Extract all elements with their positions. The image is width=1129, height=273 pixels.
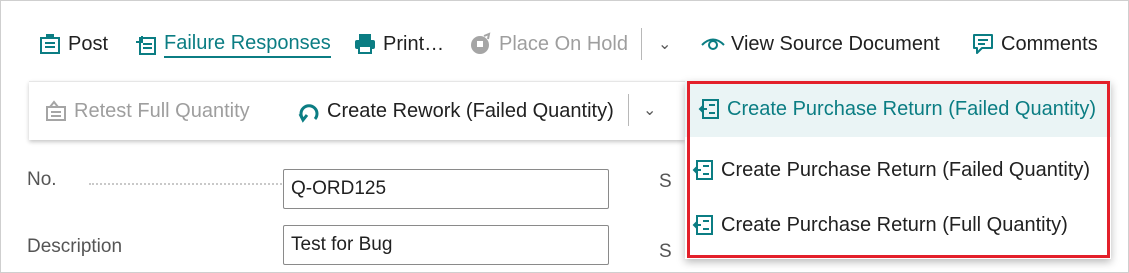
comments-label: Comments <box>1001 32 1098 55</box>
comments-button[interactable]: Comments <box>971 32 1098 56</box>
print-label: Print… <box>383 32 445 55</box>
post-label: Post <box>68 32 109 55</box>
leader-dots <box>89 169 289 185</box>
eye-icon <box>701 32 725 56</box>
create-rework-label: Create Rework (Failed Quantity) <box>327 99 614 122</box>
purchase-return-icon <box>697 97 721 121</box>
retest-full-quantity-button[interactable]: Retest Full Quantity <box>44 99 250 123</box>
purchase-return-icon <box>691 158 715 182</box>
dropdown-item[interactable]: Create Purchase Return (Failed Quantity) <box>685 142 1111 198</box>
no-field: No. <box>27 169 289 191</box>
print-button[interactable]: Print… <box>353 32 444 56</box>
failure-responses-icon <box>134 33 158 57</box>
view-source-document-button[interactable]: View Source Document <box>701 32 940 56</box>
post-icon <box>38 32 62 56</box>
create-rework-button[interactable]: Create Rework (Failed Quantity) <box>297 99 614 123</box>
separator <box>628 94 629 126</box>
no-label: No. <box>27 169 57 190</box>
purchase-return-icon <box>691 213 715 237</box>
no-input[interactable]: Q-ORD125 <box>283 169 609 209</box>
secondary-action-bar: Retest Full Quantity Create Rework (Fail… <box>29 81 685 140</box>
cut-off-label: S <box>659 171 672 192</box>
description-input[interactable]: Test for Bug <box>283 225 609 265</box>
post-button[interactable]: Post <box>38 32 108 56</box>
place-on-hold-label: Place On Hold <box>499 32 628 55</box>
comment-icon <box>971 32 995 56</box>
failure-responses-button[interactable]: Failure Responses <box>134 32 331 58</box>
cut-off-label-2: S <box>659 241 672 262</box>
dropdown-item[interactable]: Create Purchase Return (Full Quantity) <box>685 197 1111 253</box>
create-purchase-return-dropdown: Create Purchase Return (Failed Quantity)… <box>685 81 1111 259</box>
view-source-document-label: View Source Document <box>731 32 940 55</box>
chevron-down-icon[interactable]: ⌄ <box>658 34 671 54</box>
create-purchase-return-failed-button[interactable]: Create Purchase Return (Failed Quantity) <box>685 81 1111 137</box>
dropdown-item-label: Create Purchase Return (Failed Quantity) <box>721 158 1091 181</box>
printer-icon <box>353 32 377 56</box>
chevron-down-icon[interactable]: ⌄ <box>643 100 656 120</box>
retest-icon <box>44 99 68 123</box>
create-purchase-return-failed-label: Create Purchase Return (Failed Quantity) <box>727 97 1097 120</box>
dropdown-item-label: Create Purchase Return (Full Quantity) <box>721 213 1068 236</box>
hold-icon <box>469 32 493 56</box>
failure-responses-label: Failure Responses <box>164 32 331 58</box>
retest-full-quantity-label: Retest Full Quantity <box>74 99 250 122</box>
description-label: Description <box>27 236 123 257</box>
page-frame: Post Failure Responses Print… Place On H… <box>0 0 1129 273</box>
place-on-hold-button[interactable]: Place On Hold <box>469 32 628 56</box>
separator <box>641 28 642 60</box>
rework-icon <box>297 99 321 123</box>
action-bar: Post Failure Responses Print… Place On H… <box>1 1 1128 93</box>
